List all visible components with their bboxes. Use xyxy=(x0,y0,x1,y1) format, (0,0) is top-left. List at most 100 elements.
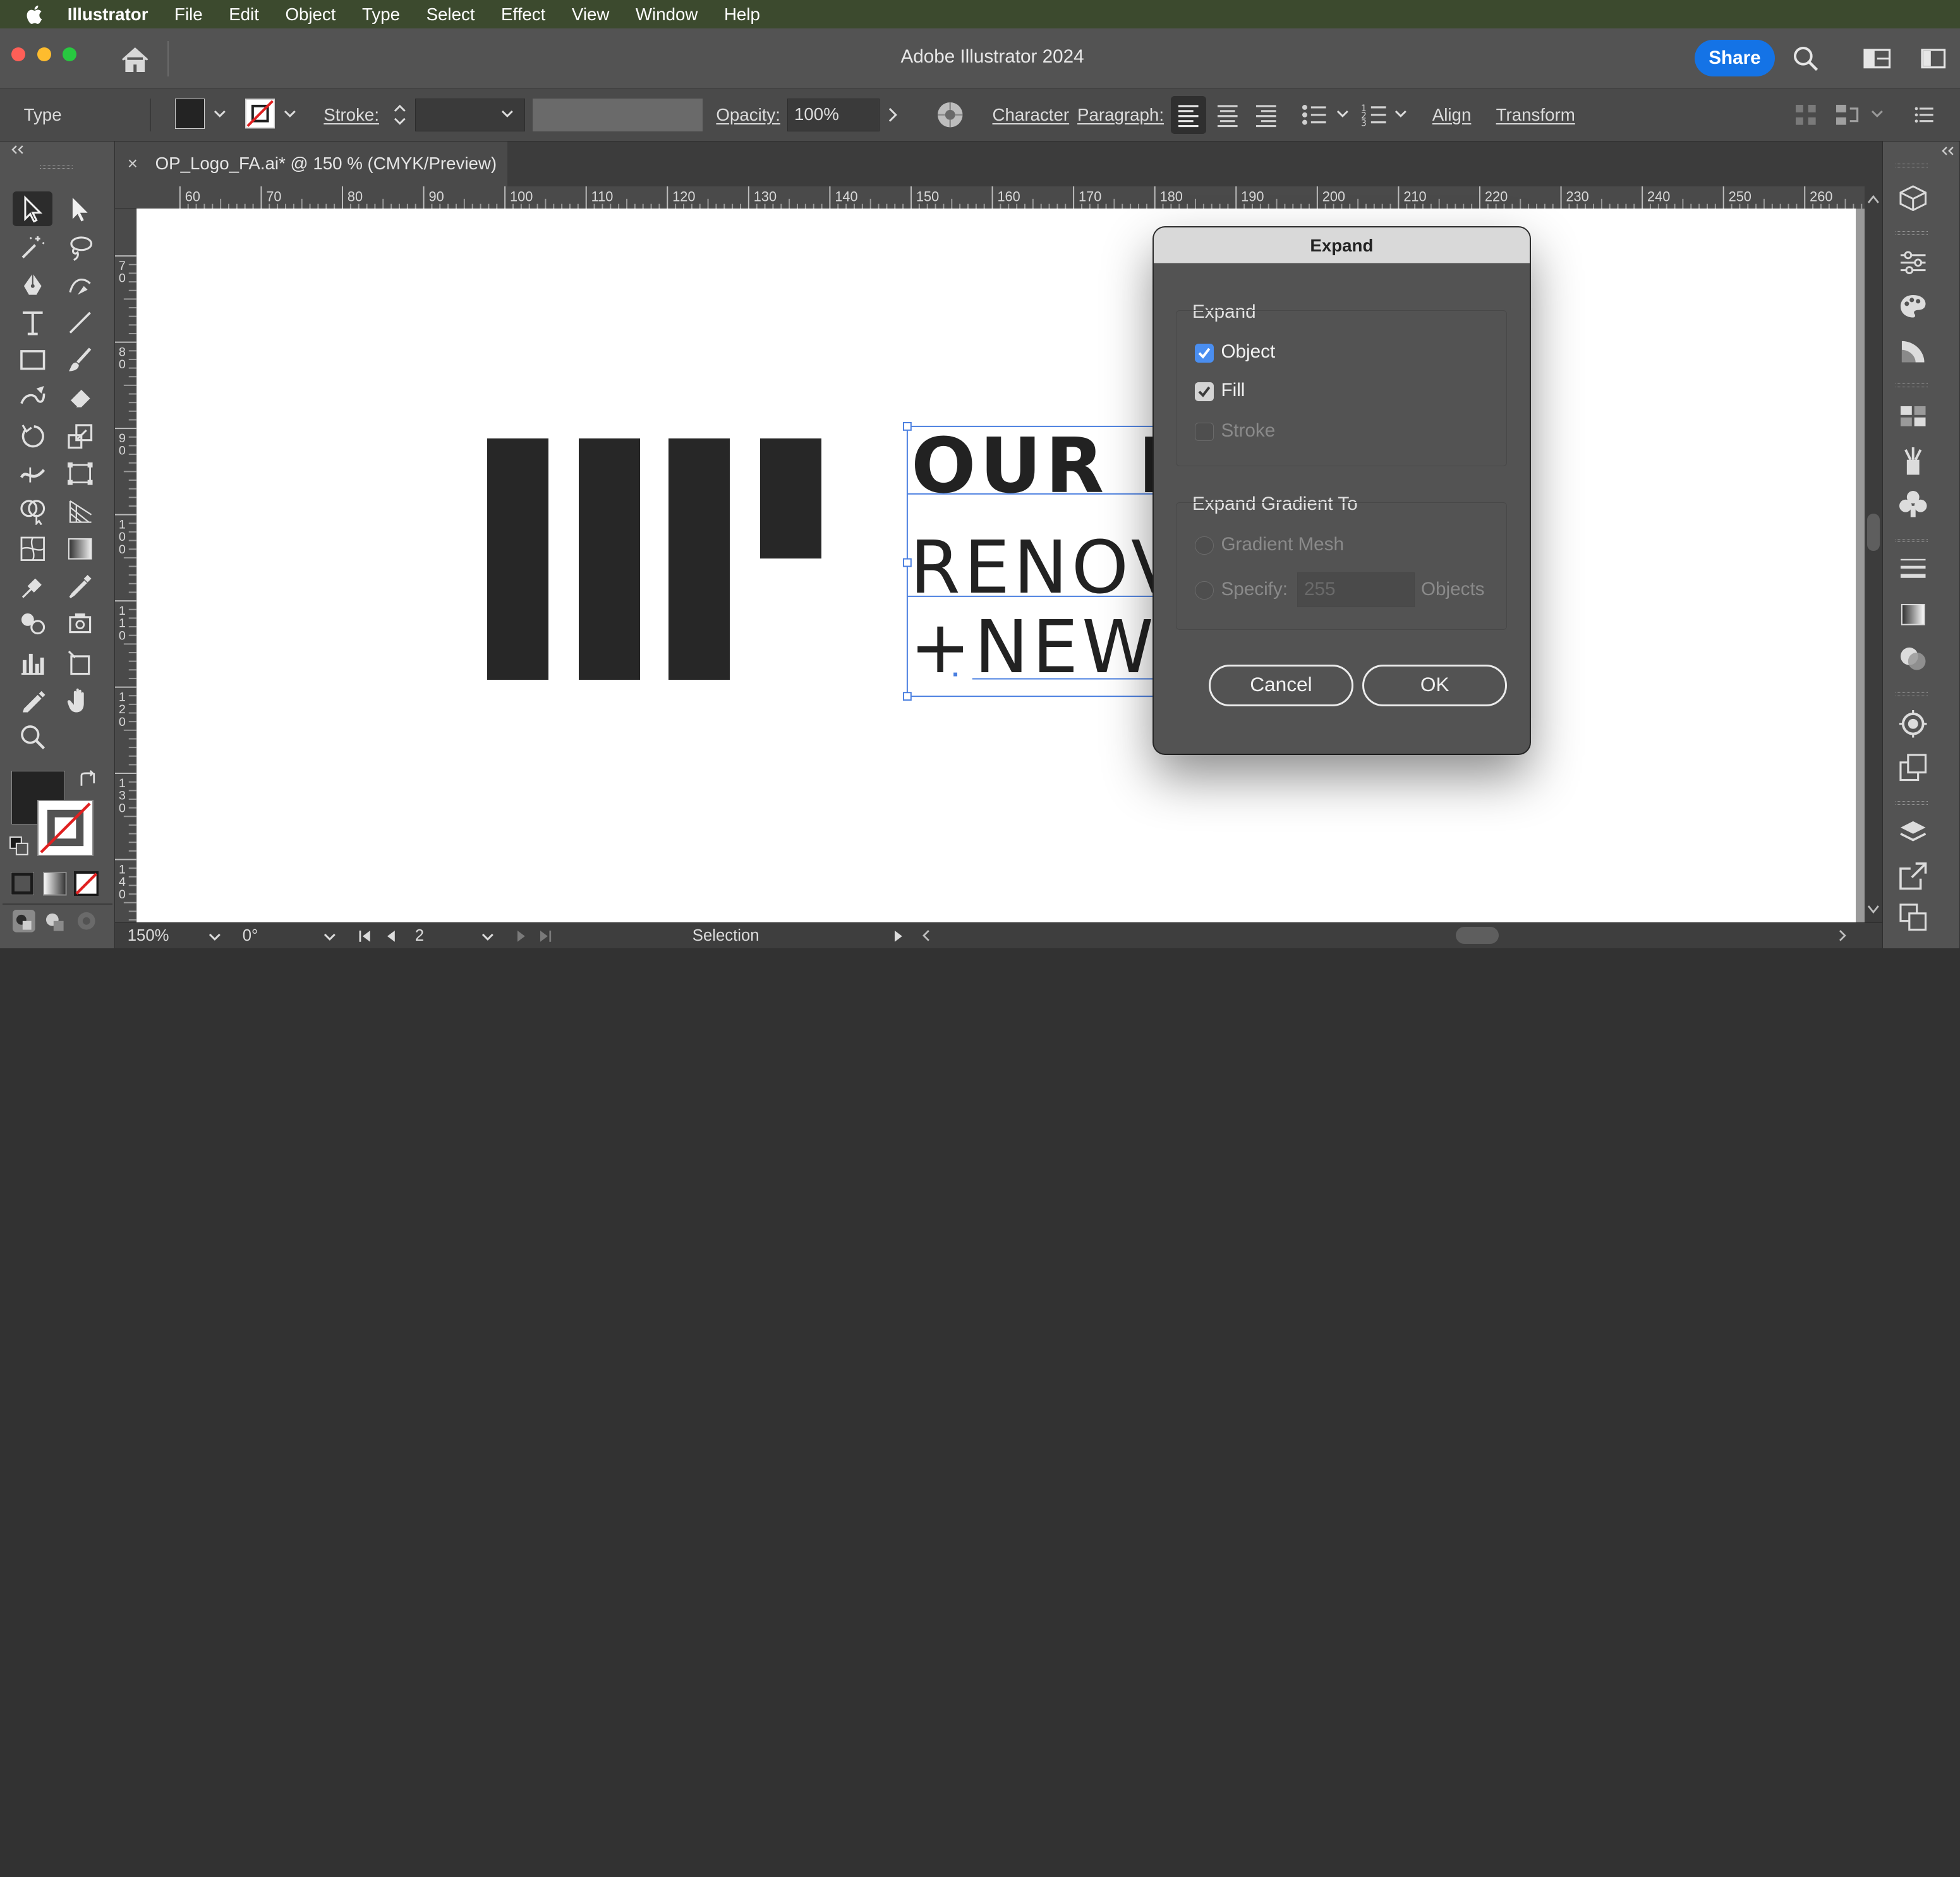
rectangle-tool[interactable] xyxy=(13,342,52,377)
next-artboard-icon[interactable] xyxy=(515,929,528,943)
transparency-panel-icon[interactable] xyxy=(1898,644,1928,673)
shaper-tool[interactable] xyxy=(13,380,52,414)
specify-objects-field[interactable]: 255 xyxy=(1297,572,1415,608)
paintbrush-tool[interactable] xyxy=(60,342,100,377)
fill-dropdown-icon[interactable] xyxy=(212,106,227,121)
layers-icon[interactable] xyxy=(1898,818,1928,847)
stroke-checkbox[interactable] xyxy=(1194,422,1214,442)
zoom-field[interactable]: 150% xyxy=(128,923,169,949)
default-fill-stroke-icon[interactable] xyxy=(9,836,29,856)
rotation-field[interactable]: 0° xyxy=(243,923,258,949)
stroke-checkbox-label[interactable]: Stroke xyxy=(1221,420,1275,442)
gradient-mode-icon[interactable] xyxy=(42,871,68,896)
export-asset-icon[interactable] xyxy=(1898,861,1928,891)
align-panel-link[interactable]: Align xyxy=(1432,88,1472,141)
artboard[interactable]: OUR PL RENOV +NEW xyxy=(136,208,1856,922)
variable-width-profile[interactable] xyxy=(532,99,703,131)
free-transform-tool[interactable] xyxy=(60,456,100,491)
menu-view[interactable]: View xyxy=(572,4,610,25)
menu-window[interactable]: Window xyxy=(636,4,698,25)
artboards-icon[interactable] xyxy=(1898,902,1928,932)
graphic-styles-icon[interactable] xyxy=(1898,752,1928,782)
draw-behind-icon[interactable] xyxy=(42,908,68,934)
menu-app-illustrator[interactable]: Illustrator xyxy=(68,4,148,25)
workspace-switcher-icon[interactable] xyxy=(1863,49,1891,69)
logo-bar-3[interactable] xyxy=(668,438,730,680)
paragraph-panel-link[interactable]: Paragraph: xyxy=(1077,88,1164,141)
specify-radio[interactable] xyxy=(1194,581,1214,600)
search-icon[interactable] xyxy=(1793,46,1818,71)
width-tool[interactable] xyxy=(13,456,52,491)
artboard-dropdown-icon[interactable] xyxy=(480,931,495,943)
direct-selection-tool[interactable] xyxy=(60,191,100,226)
first-artboard-icon[interactable] xyxy=(358,929,373,943)
gradient-mesh-label[interactable]: Gradient Mesh xyxy=(1221,534,1344,555)
menu-edit[interactable]: Edit xyxy=(229,4,259,25)
control-bar-menu-icon[interactable] xyxy=(1915,105,1935,125)
type-tool[interactable] xyxy=(13,305,52,340)
properties-icon[interactable] xyxy=(1898,249,1928,277)
opacity-expand-icon[interactable] xyxy=(885,106,900,124)
puppet-warp-icon[interactable] xyxy=(1835,102,1863,128)
stroke-dropdown-icon[interactable] xyxy=(282,106,298,121)
vertical-scroll-thumb[interactable] xyxy=(1867,513,1880,552)
logo-bar-4[interactable] xyxy=(759,438,821,559)
perspective-grid-tool[interactable] xyxy=(60,493,100,528)
3d-materials-icon[interactable] xyxy=(1898,184,1928,212)
pencil-tool[interactable] xyxy=(13,682,52,717)
apple-icon[interactable] xyxy=(24,3,47,26)
color-mode-button[interactable] xyxy=(10,871,35,896)
menu-file[interactable]: File xyxy=(174,4,203,25)
pen-tool[interactable] xyxy=(13,267,52,302)
opacity-field[interactable]: 100% xyxy=(787,99,880,131)
close-document-icon[interactable]: × xyxy=(128,154,138,174)
character-panel-link[interactable]: Character xyxy=(993,88,1070,141)
scale-tool[interactable] xyxy=(60,419,100,454)
logo-bar-2[interactable] xyxy=(578,438,640,680)
share-button[interactable]: Share xyxy=(1695,40,1775,76)
gradient-panel-icon[interactable] xyxy=(1898,601,1928,629)
stroke-weight-dropdown-icon[interactable] xyxy=(500,106,515,121)
blend-tool[interactable] xyxy=(13,569,52,603)
artboard-tool[interactable] xyxy=(60,645,100,680)
swap-fill-stroke-icon[interactable] xyxy=(78,770,98,790)
document-tab[interactable]: × OP_Logo_FA.ai* @ 150 % (CMYK/Preview) xyxy=(114,141,508,186)
gradient-tool[interactable] xyxy=(60,531,100,566)
scroll-up-icon[interactable] xyxy=(1867,194,1880,204)
swatches-icon[interactable] xyxy=(1898,404,1928,429)
symbol-sprayer-tool[interactable] xyxy=(13,606,52,641)
align-center-icon[interactable] xyxy=(1215,102,1240,128)
panel-toggle-icon[interactable] xyxy=(1921,49,1946,69)
home-icon[interactable] xyxy=(120,46,150,74)
logo-bar-1[interactable] xyxy=(487,438,549,680)
color-guide-icon[interactable] xyxy=(1898,337,1928,365)
color-palette-icon[interactable] xyxy=(1898,293,1928,320)
specify-label[interactable]: Specify: xyxy=(1221,579,1288,600)
ok-button[interactable]: OK xyxy=(1362,665,1508,706)
gradient-mesh-radio[interactable] xyxy=(1194,536,1214,555)
hand-tool[interactable] xyxy=(60,682,100,717)
magic-wand-tool[interactable] xyxy=(13,230,52,265)
mesh-tool[interactable] xyxy=(13,531,52,566)
vertical-ruler[interactable]: 708090100110120130140 xyxy=(114,208,136,922)
menu-type[interactable]: Type xyxy=(362,4,400,25)
scroll-left-icon[interactable] xyxy=(921,929,931,942)
artboard-number-field[interactable]: 2 xyxy=(415,923,424,949)
cancel-button[interactable]: Cancel xyxy=(1208,665,1354,706)
previous-artboard-icon[interactable] xyxy=(385,929,397,943)
eraser-tool[interactable] xyxy=(60,380,100,414)
vertical-scrollbar[interactable] xyxy=(1865,186,1882,922)
scroll-right-icon[interactable] xyxy=(1837,929,1848,942)
zoom-tool[interactable] xyxy=(13,720,52,754)
zoom-dropdown-icon[interactable] xyxy=(207,931,222,943)
opacity-label[interactable]: Opacity: xyxy=(716,88,780,141)
shape-builder-tool[interactable] xyxy=(13,493,52,528)
minimize-window-button[interactable] xyxy=(37,47,52,61)
numbering-dropdown-icon[interactable] xyxy=(1393,106,1408,121)
stroke-panel-icon[interactable] xyxy=(1898,556,1928,581)
arrange-grid-icon[interactable] xyxy=(1794,104,1817,126)
stroke-color-box[interactable] xyxy=(37,799,94,856)
puppet-dropdown-icon[interactable] xyxy=(1870,106,1885,121)
bullets-icon[interactable] xyxy=(1301,102,1329,128)
collapse-dock-icon[interactable] xyxy=(1940,146,1956,156)
